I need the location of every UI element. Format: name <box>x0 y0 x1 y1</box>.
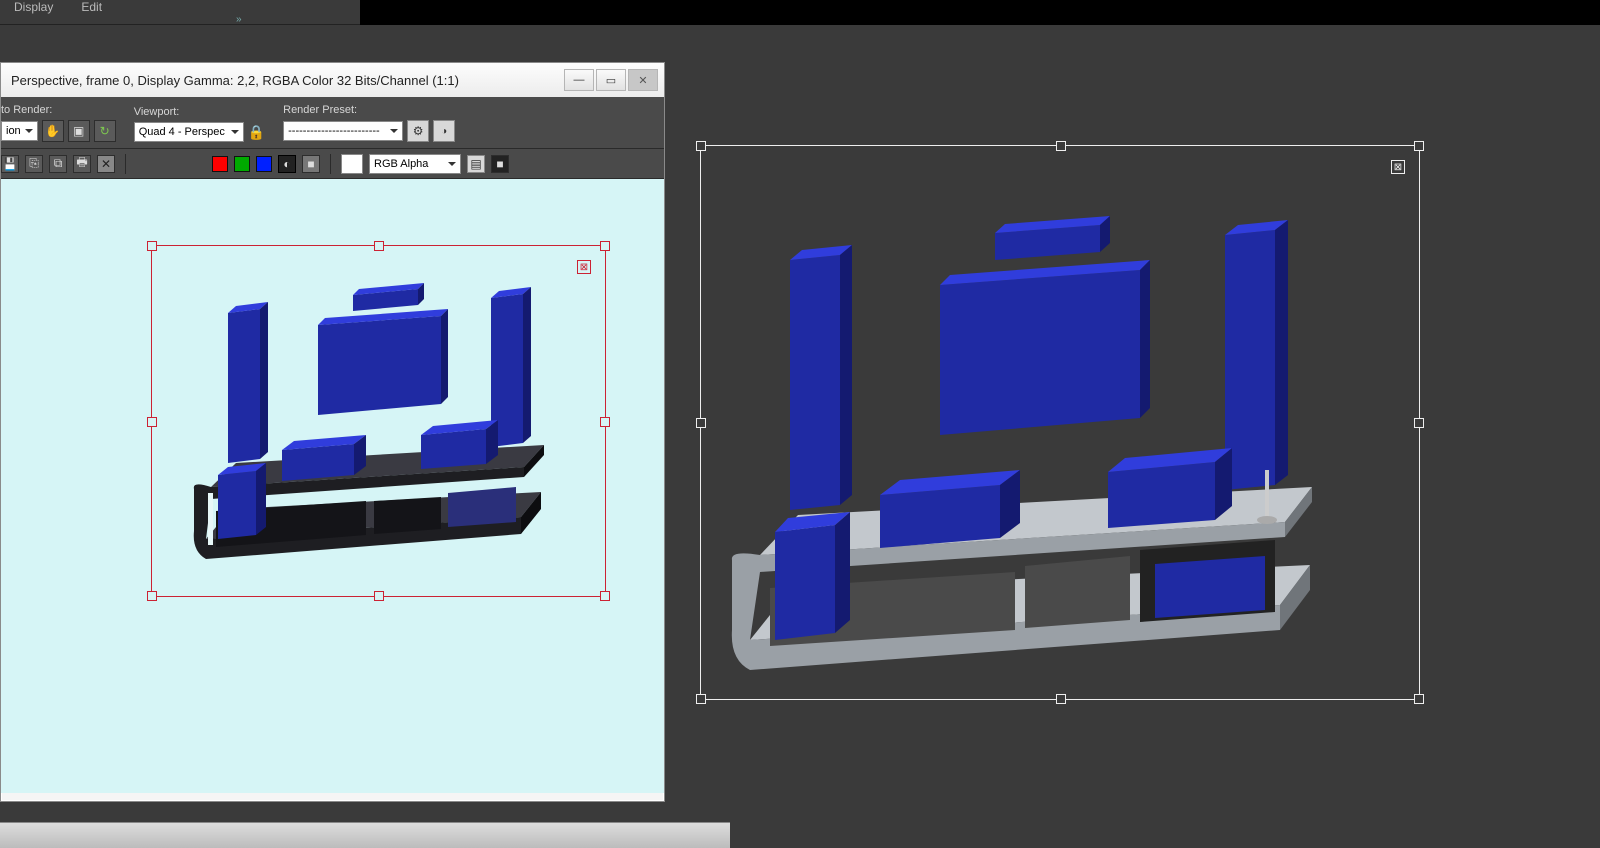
environment-button[interactable]: ◑ <box>433 120 455 142</box>
mono-toggle-button[interactable]: ■ <box>302 155 320 173</box>
area-to-render-dropdown[interactable]: ion <box>1 121 38 141</box>
region-handle[interactable] <box>600 241 610 251</box>
copy-image-icon[interactable]: ⎘ <box>25 155 43 173</box>
viewport-label: Viewport: <box>134 106 265 118</box>
separator <box>330 154 331 174</box>
render-canvas[interactable]: ⊠ <box>1 179 664 793</box>
minimize-button[interactable]: — <box>564 69 594 91</box>
menu-display[interactable]: Display <box>0 0 67 16</box>
clone-vfb-icon[interactable]: ⧉ <box>49 155 67 173</box>
region-handle[interactable] <box>600 591 610 601</box>
save-image-icon[interactable]: 💾 <box>1 155 19 173</box>
menu-overflow-icon[interactable]: » <box>236 14 242 25</box>
overlay-toggle-button[interactable]: ■ <box>491 155 509 173</box>
render-frame-window: Perspective, frame 0, Display Gamma: 2,2… <box>0 62 665 802</box>
region-handle[interactable] <box>600 417 610 427</box>
frame-handle[interactable] <box>1414 141 1424 151</box>
layers-button[interactable]: ▤ <box>467 155 485 173</box>
auto-region-button[interactable]: ▣ <box>68 120 90 142</box>
channel-dropdown[interactable]: RGB Alpha <box>369 154 461 174</box>
render-toolbar-row1: to Render: ion ✋ ▣ ↻ Viewport: Quad 4 - … <box>1 97 664 149</box>
status-bar <box>0 822 730 848</box>
render-preset-label: Render Preset: <box>283 104 455 116</box>
channel-red-button[interactable] <box>212 156 228 172</box>
channel-alpha-button[interactable]: ◐ <box>278 155 296 173</box>
viewport-scene <box>670 160 1430 730</box>
area-to-render-label: to Render: <box>1 104 116 116</box>
close-button[interactable]: ✕ <box>628 69 658 91</box>
render-title-text: Perspective, frame 0, Display Gamma: 2,2… <box>11 73 459 88</box>
rendered-scene <box>156 249 601 589</box>
lock-viewport-icon[interactable]: 🔒 <box>248 124 265 141</box>
channel-blue-button[interactable] <box>256 156 272 172</box>
menu-edit[interactable]: Edit <box>67 0 116 16</box>
frame-handle[interactable] <box>1056 141 1066 151</box>
viewport-dropdown[interactable]: Quad 4 - Perspec <box>134 122 244 142</box>
render-toolbar-row2: 💾 ⎘ ⧉ 🖶 ✕ ◐ ■ RGB Alpha ▤ ■ <box>1 149 664 179</box>
render-setup-button[interactable]: ⚙ <box>407 120 429 142</box>
maximize-button[interactable]: ▭ <box>596 69 626 91</box>
channel-green-button[interactable] <box>234 156 250 172</box>
frame-handle[interactable] <box>696 141 706 151</box>
region-refresh-button[interactable]: ↻ <box>94 120 116 142</box>
main-menubar: Display Edit » <box>0 0 360 25</box>
render-titlebar[interactable]: Perspective, frame 0, Display Gamma: 2,2… <box>1 63 664 97</box>
print-icon[interactable]: 🖶 <box>73 155 91 173</box>
clear-icon[interactable]: ✕ <box>97 155 115 173</box>
edit-region-button[interactable]: ✋ <box>42 120 64 142</box>
render-preset-dropdown[interactable]: ------------------------- <box>283 121 403 141</box>
separator <box>125 154 126 174</box>
color-swatch[interactable] <box>341 154 363 174</box>
